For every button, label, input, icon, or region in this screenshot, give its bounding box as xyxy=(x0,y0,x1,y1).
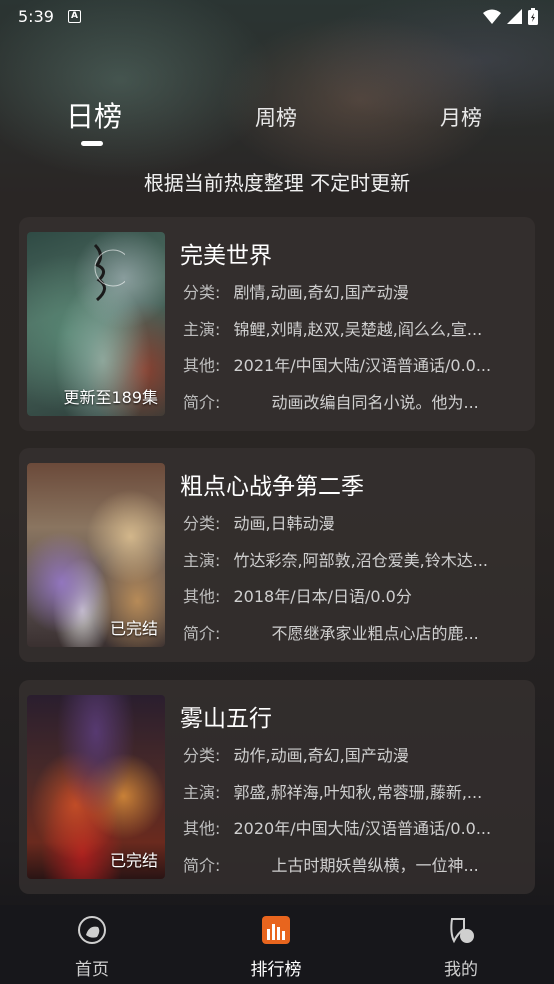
bottom-nav: 首页 排行榜 我的 xyxy=(0,905,554,984)
intro-value: 不愿继承家业粗点心店的鹿... xyxy=(271,624,479,643)
category-value: 剧情,动画,奇幻,国产动漫 xyxy=(233,283,409,302)
tab-daily[interactable]: 日榜 xyxy=(66,95,122,135)
poster-title-art xyxy=(93,243,125,302)
home-icon xyxy=(78,916,106,944)
category-label: 分类: xyxy=(183,746,221,765)
cast-label: 主演: xyxy=(183,551,221,570)
other-label: 其他: xyxy=(183,819,221,838)
tab-weekly[interactable]: 周榜 xyxy=(255,102,297,132)
cast-value: 锦鲤,刘晴,赵双,吴楚越,阎么么,宣... xyxy=(233,320,483,339)
category-value: 动画,日韩动漫 xyxy=(233,514,335,533)
nav-home[interactable]: 首页 xyxy=(52,915,132,980)
nav-profile-label: 我的 xyxy=(444,960,478,980)
intro-row: 简介: 上古时期妖兽纵横，一位神... xyxy=(183,852,513,876)
poster-image[interactable]: 已完结 xyxy=(27,695,165,879)
episode-badge: 更新至189集 xyxy=(63,388,158,407)
intro-row: 简介: 不愿继承家业粗点心店的鹿... xyxy=(183,620,513,644)
category-row: 分类: 动画,日韩动漫 xyxy=(183,510,513,534)
intro-value: 上古时期妖兽纵横，一位神... xyxy=(271,856,479,875)
category-value: 动作,动画,奇幻,国产动漫 xyxy=(233,746,409,765)
cast-row: 主演: 锦鲤,刘晴,赵双,吴楚越,阎么么,宣... xyxy=(183,316,513,340)
item-title: 粗点心战争第二季 xyxy=(180,474,364,500)
intro-row: 简介: 动画改编自同名小说。他为... xyxy=(183,389,513,413)
cast-value: 郭盛,郝祥海,叶知秋,常蓉珊,藤新,... xyxy=(233,783,483,802)
battery-icon xyxy=(528,8,538,25)
list-item[interactable]: 更新至189集 完美世界 分类: 剧情,动画,奇幻,国产动漫 主演: 锦鲤,刘晴… xyxy=(19,217,535,431)
intro-label: 简介: xyxy=(183,624,221,643)
list-item[interactable]: 已完结 粗点心战争第二季 分类: 动画,日韩动漫 主演: 竹达彩奈,阿部敦,沼仓… xyxy=(19,448,535,662)
nav-ranking[interactable]: 排行榜 xyxy=(236,915,316,980)
nav-home-label: 首页 xyxy=(75,960,109,980)
cast-label: 主演: xyxy=(183,783,221,802)
status-badge: 已完结 xyxy=(109,619,158,638)
intro-label: 简介: xyxy=(183,856,221,875)
other-row: 其他: 2018年/日本/日语/0.0分 xyxy=(183,583,513,607)
tab-monthly[interactable]: 月榜 xyxy=(440,102,482,132)
category-label: 分类: xyxy=(183,283,221,302)
category-row: 分类: 动作,动画,奇幻,国产动漫 xyxy=(183,742,513,766)
cast-label: 主演: xyxy=(183,320,221,339)
cast-row: 主演: 郭盛,郝祥海,叶知秋,常蓉珊,藤新,... xyxy=(183,779,513,803)
other-value: 2021年/中国大陆/汉语普通话/0.0... xyxy=(233,356,492,375)
status-bar: 5:39 A xyxy=(0,0,554,34)
wifi-icon xyxy=(483,9,501,24)
list-item[interactable]: 已完结 雾山五行 分类: 动作,动画,奇幻,国产动漫 主演: 郭盛,郝祥海,叶知… xyxy=(19,680,535,894)
cast-row: 主演: 竹达彩奈,阿部敦,沼仓爱美,铃木达... xyxy=(183,547,513,571)
profile-icon xyxy=(450,918,474,944)
other-row: 其他: 2021年/中国大陆/汉语普通话/0.0... xyxy=(183,352,513,376)
status-badge: 已完结 xyxy=(109,851,158,870)
cast-value: 竹达彩奈,阿部敦,沼仓爱美,铃木达... xyxy=(233,551,489,570)
other-value: 2018年/日本/日语/0.0分 xyxy=(233,587,412,606)
other-row: 其他: 2020年/中国大陆/汉语普通话/0.0... xyxy=(183,815,513,839)
other-label: 其他: xyxy=(183,587,221,606)
poster-image[interactable]: 更新至189集 xyxy=(27,232,165,416)
nav-ranking-label: 排行榜 xyxy=(250,960,302,980)
ranking-icon xyxy=(262,916,290,944)
other-value: 2020年/中国大陆/汉语普通话/0.0... xyxy=(233,819,492,838)
ranking-tabs: 日榜 周榜 月榜 xyxy=(0,95,554,155)
poster-image[interactable]: 已完结 xyxy=(27,463,165,647)
intro-value: 动画改编自同名小说。他为... xyxy=(271,393,479,412)
ranking-subtitle: 根据当前热度整理 不定时更新 xyxy=(143,171,411,195)
status-time: 5:39 xyxy=(18,7,54,26)
intro-label: 简介: xyxy=(183,393,221,412)
tab-indicator xyxy=(81,141,103,146)
item-title: 雾山五行 xyxy=(180,706,272,732)
category-row: 分类: 剧情,动画,奇幻,国产动漫 xyxy=(183,279,513,303)
system-icons xyxy=(483,8,538,25)
item-title: 完美世界 xyxy=(180,243,272,269)
signal-icon xyxy=(507,9,522,24)
nav-profile[interactable]: 我的 xyxy=(421,915,501,980)
other-label: 其他: xyxy=(183,356,221,375)
category-label: 分类: xyxy=(183,514,221,533)
notification-app-icon: A xyxy=(68,10,81,23)
